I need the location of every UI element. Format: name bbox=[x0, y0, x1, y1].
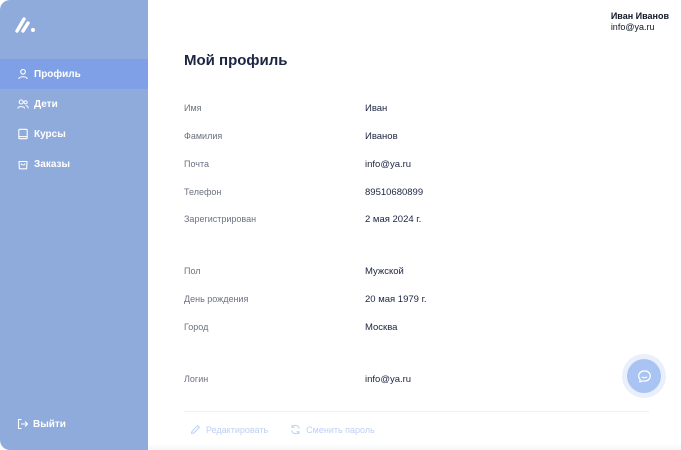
sidebar-item-label: Дети bbox=[34, 98, 58, 110]
bottom-fade bbox=[148, 444, 681, 450]
refresh-icon bbox=[290, 424, 301, 435]
edit-label: Редактировать bbox=[206, 424, 269, 435]
logout-icon bbox=[17, 418, 29, 430]
field-value: Иванов bbox=[365, 130, 398, 142]
field-value: 2 мая 2024 г. bbox=[365, 213, 422, 225]
user-name: Иван Иванов bbox=[610, 11, 669, 21]
edit-button[interactable]: Редактировать bbox=[190, 424, 268, 435]
field-row-first-name: Имя Иван bbox=[184, 94, 644, 122]
change-password-button[interactable]: Сменить пароль bbox=[290, 424, 375, 435]
sidebar-item-courses[interactable]: Курсы bbox=[0, 119, 148, 149]
field-row-registered: Зарегистрирован 2 мая 2024 г. bbox=[184, 205, 644, 233]
profile-actions: Редактировать Сменить пароль bbox=[190, 424, 397, 435]
field-label: День рождения bbox=[184, 294, 249, 304]
users-icon bbox=[17, 98, 29, 110]
sidebar-item-label: Заказы bbox=[34, 158, 71, 170]
user-menu[interactable]: Иван Иванов info@ya.ru bbox=[611, 11, 669, 32]
field-value: 20 мая 1979 г. bbox=[365, 293, 427, 305]
sidebar-item-profile[interactable]: Профиль bbox=[0, 59, 148, 89]
book-icon bbox=[17, 128, 29, 140]
sidebar-item-label: Курсы bbox=[34, 128, 66, 140]
sidebar: Профиль Дети Курсы Заказы Выйти bbox=[0, 0, 148, 450]
field-label: Пол bbox=[184, 266, 201, 276]
sidebar-item-label: Профиль bbox=[34, 68, 81, 80]
field-label: Логин bbox=[184, 374, 209, 384]
field-label: Зарегистрирован bbox=[184, 214, 257, 224]
sidebar-item-children[interactable]: Дети bbox=[0, 89, 148, 119]
user-email: info@ya.ru bbox=[610, 22, 655, 32]
user-icon bbox=[17, 68, 29, 80]
field-value: Иван bbox=[365, 102, 388, 114]
field-label: Телефон bbox=[184, 187, 222, 197]
shopping-bag-icon bbox=[17, 158, 29, 170]
field-value: Мужской bbox=[365, 265, 404, 277]
page-title: Мой профиль bbox=[184, 52, 288, 69]
chat-icon bbox=[637, 369, 652, 384]
field-label: Город bbox=[184, 322, 209, 332]
logout-button[interactable]: Выйти bbox=[17, 418, 66, 430]
field-value: 89510680899 bbox=[365, 186, 424, 198]
logo-icon[interactable] bbox=[15, 16, 37, 34]
field-value: info@ya.ru bbox=[365, 373, 412, 385]
pencil-icon bbox=[190, 424, 201, 435]
field-row-email: Почта info@ya.ru bbox=[184, 150, 644, 178]
sidebar-nav: Профиль Дети Курсы Заказы bbox=[0, 59, 148, 179]
sidebar-item-orders[interactable]: Заказы bbox=[0, 149, 148, 179]
field-row-last-name: Фамилия Иванов bbox=[184, 122, 644, 150]
chat-button[interactable] bbox=[627, 359, 661, 393]
field-row-city: Город Москва bbox=[184, 313, 644, 341]
field-label: Почта bbox=[184, 159, 209, 169]
field-label: Фамилия bbox=[184, 131, 223, 141]
field-row-login: Логин info@ya.ru bbox=[184, 365, 644, 393]
field-label: Имя bbox=[184, 103, 202, 113]
divider bbox=[184, 411, 649, 412]
change-password-label: Сменить пароль bbox=[306, 424, 375, 435]
field-row-phone: Телефон 89510680899 bbox=[184, 178, 644, 206]
field-row-gender: Пол Мужской bbox=[184, 257, 644, 285]
field-value: info@ya.ru bbox=[365, 158, 412, 170]
field-value: Москва bbox=[365, 321, 398, 333]
field-row-birthday: День рождения 20 мая 1979 г. bbox=[184, 285, 644, 313]
logout-label: Выйти bbox=[33, 418, 66, 430]
